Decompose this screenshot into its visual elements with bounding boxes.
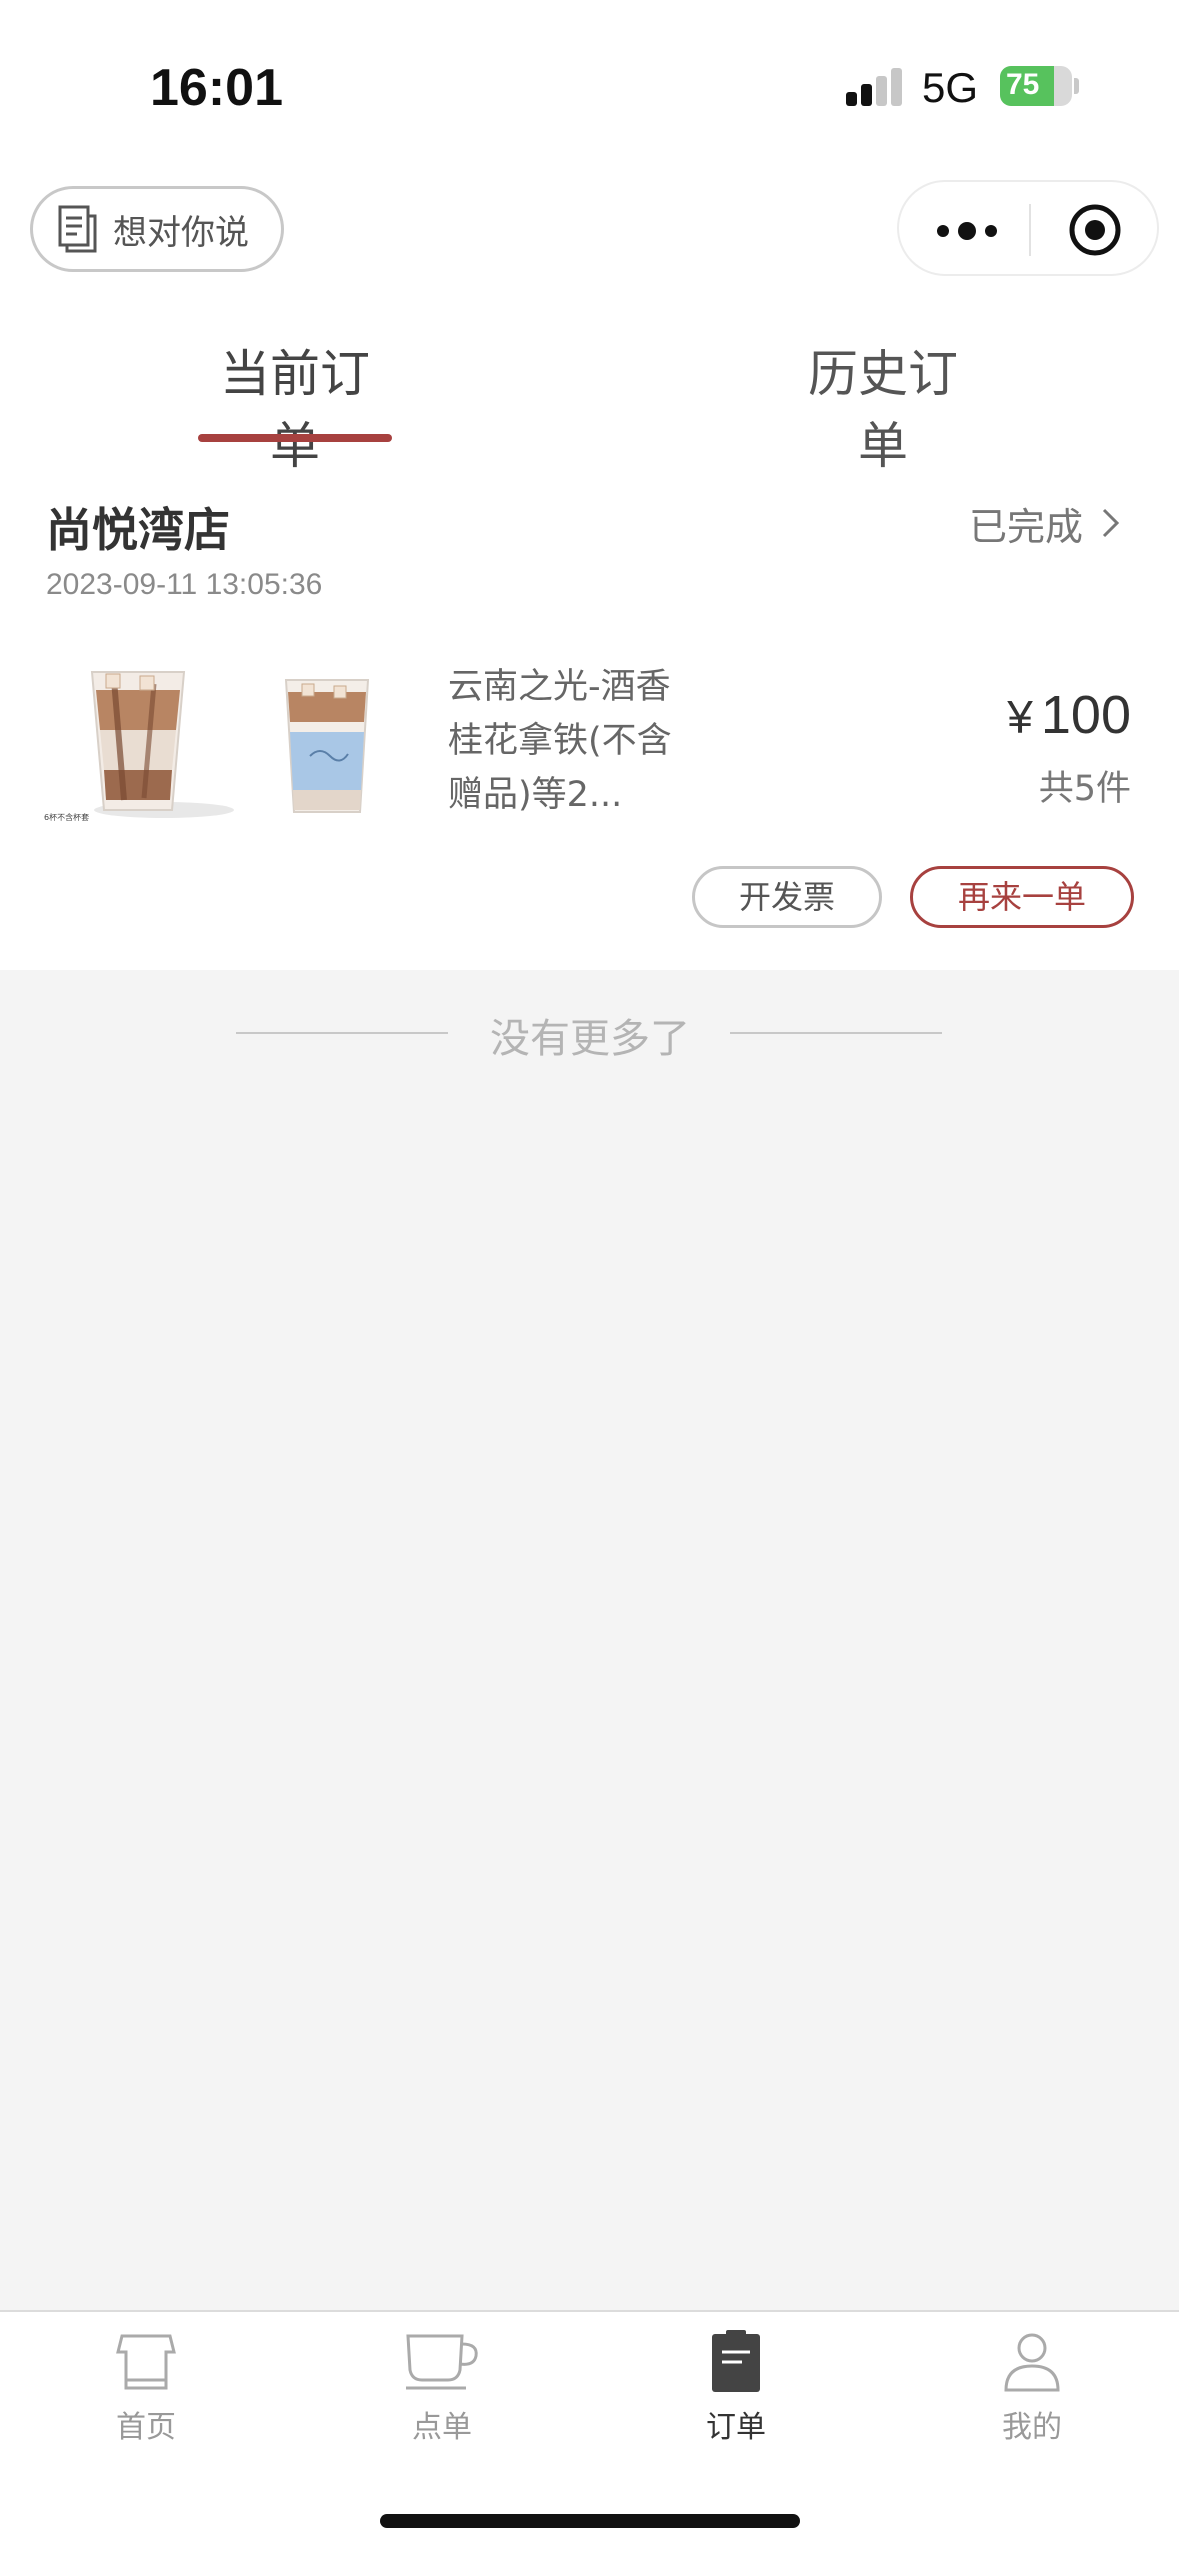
battery-tip	[1074, 78, 1079, 94]
divider-left	[236, 1032, 448, 1034]
tabbar-label-menu: 点单	[412, 2410, 472, 2445]
tabbar-item-mine[interactable]: 我的	[942, 2330, 1122, 2446]
network-type: 5G	[922, 64, 979, 111]
notepad-icon	[58, 205, 97, 253]
status-time: 16:01	[150, 59, 283, 117]
order-time: 2023-09-11 13:05:36	[46, 568, 323, 601]
coffee-cup-icon	[406, 2334, 478, 2390]
currency-symbol: ¥	[1007, 691, 1033, 743]
clipboard-icon	[712, 2330, 760, 2392]
product-name: 云南之光-酒香桂花拿铁(不含赠品)等2...	[448, 667, 672, 815]
tabbar-item-menu[interactable]: 点单	[352, 2330, 532, 2446]
chevron-right-icon[interactable]	[1100, 506, 1122, 540]
feedback-label: 想对你说	[113, 212, 249, 253]
capsule-divider	[1029, 204, 1031, 256]
invoice-button[interactable]: 开发票	[692, 866, 882, 928]
order-status[interactable]: 已完成	[969, 496, 1083, 551]
home-indicator	[380, 2514, 800, 2528]
tabbar-item-orders[interactable]: 订单	[646, 2330, 826, 2446]
shirt-home-icon	[116, 2334, 176, 2390]
mini-program-capsule	[897, 180, 1159, 276]
sleeved-latte-cup-image	[284, 679, 370, 813]
more-dots-icon[interactable]	[935, 218, 999, 244]
tabbar-item-home[interactable]: 首页	[56, 2330, 236, 2446]
divider-right	[730, 1032, 942, 1034]
tabbar-label-home: 首页	[116, 2410, 176, 2445]
order-price: ¥100	[1007, 684, 1131, 746]
battery-percent: 75	[1006, 68, 1040, 101]
person-icon	[1004, 2333, 1060, 2392]
feedback-button[interactable]: 想对你说	[30, 186, 284, 272]
reorder-button[interactable]: 再来一单	[910, 866, 1134, 928]
target-close-icon[interactable]	[1067, 202, 1123, 258]
price-value: 100	[1040, 685, 1131, 745]
tab-current-orders[interactable]: 当前订单	[198, 334, 392, 478]
iced-latte-cup-image: 6杯不含杯套	[44, 671, 234, 822]
store-name: 尚悦湾店	[46, 503, 230, 557]
active-tab-indicator	[198, 434, 392, 442]
tabbar-label-orders: 订单	[706, 2410, 766, 2445]
tab-history-orders[interactable]: 历史订单	[786, 334, 980, 478]
cell-signal-icon	[846, 66, 904, 106]
item-count: 共5件	[1038, 769, 1131, 809]
battery-icon: 75	[1000, 66, 1072, 106]
image-caption: 6杯不含杯套	[44, 812, 89, 822]
no-more-text: 没有更多了	[490, 1016, 690, 1062]
tabbar-label-mine: 我的	[1002, 2410, 1062, 2445]
